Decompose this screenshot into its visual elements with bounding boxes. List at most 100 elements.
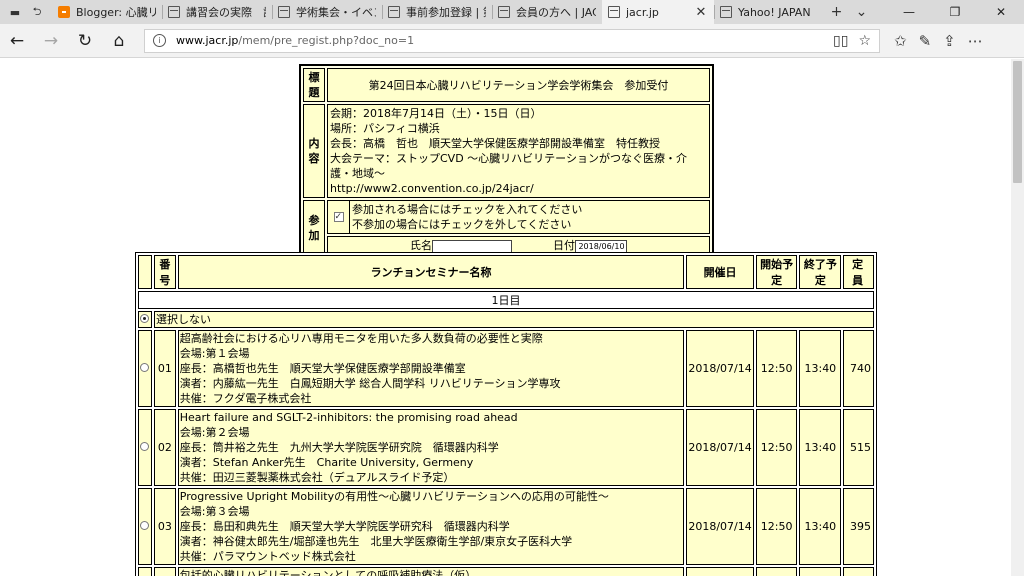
- seminar-capacity: 395: [843, 488, 874, 565]
- tab-bar: ▬ ⮌ Blogger: 心臓リハビ 講習会の実際 試験 学術集会・イベント | 事前…: [0, 0, 1024, 24]
- seminar-radio-cell: [138, 567, 152, 576]
- seminar-row: 02 Heart failure and SGLT-2-inhibitors: t…: [138, 409, 874, 486]
- refresh-icon[interactable]: ↻: [68, 26, 102, 56]
- seminar-detail-line: 共催：田辺三菱製薬株式会社（デュアルスライド予定）: [179, 471, 455, 484]
- header-start: 開始予定: [755, 255, 798, 289]
- seminar-radio[interactable]: [140, 521, 150, 530]
- browser-tab[interactable]: 学術集会・イベント |: [272, 0, 382, 24]
- seminar-detail-line: 会場:第３会場: [179, 505, 250, 518]
- home-icon[interactable]: ⌂: [102, 26, 136, 56]
- window-close-icon[interactable]: ✕: [978, 0, 1024, 24]
- content-line: [330, 166, 707, 181]
- seminar-date: 2018/07/14: [686, 330, 754, 407]
- vertical-scrollbar[interactable]: [1011, 59, 1024, 576]
- seminar-detail-line: 演者：神谷健太郎先生/堀部達也先生 北里大学医療衛生学部/東京女子医科大学: [179, 535, 573, 548]
- header-capacity: 定 員: [843, 255, 874, 289]
- header-name: ランチョンセミナー名称: [177, 255, 685, 289]
- tab-title: 講習会の実際 試験: [186, 6, 266, 19]
- no-select-label: 選択しない: [153, 311, 874, 328]
- join-instruction-1: 参加される場合にはチェックを入れてください: [352, 203, 583, 216]
- event-title: 第24回日本心臓リハビリテーション学会学術集会 参加受付: [327, 68, 710, 102]
- name-input[interactable]: [432, 239, 512, 253]
- seminar-header-row: 番号 ランチョンセミナー名称 開催日 開始予定 終了予定 定 員: [138, 255, 874, 289]
- page-viewport: 標題 第24回日本心臓リハビリテーション学会学術集会 参加受付 内容 会期：20…: [0, 59, 1011, 576]
- browser-tab[interactable]: Yahoo! JAPAN: [714, 0, 824, 24]
- seminar-radio-cell: [138, 488, 152, 565]
- seminar-start: 12:50: [755, 330, 798, 407]
- event-content: 会期：2018年7月14日（土）・15日（日） 場所：パシフィコ横浜会長：高橋 哲…: [327, 104, 710, 198]
- event-info-box: 標題 第24回日本心臓リハビリテーション学会学術集会 参加受付 内容 会期：20…: [299, 64, 714, 259]
- forward-icon[interactable]: →: [34, 26, 68, 56]
- set-aside-tabs-icon[interactable]: ⮌: [30, 5, 44, 19]
- seminar-detail-line: 演者：内藤紘一先生 白鳳短期大学 総合人間学科 リハビリテーション学専攻: [179, 377, 561, 390]
- reading-view-icon[interactable]: ▯▯: [833, 33, 848, 49]
- date-label: 日付: [553, 239, 575, 252]
- seminar-row: 01 超高齢社会における心リハ専用モニタを用いた多人数負荷の必要性と実際 会場:第１…: [138, 330, 874, 407]
- content-line: 大会テーマ：ストップCVD ～心臓リハビリテーションがつなぐ医療・介護・地域～: [330, 152, 687, 180]
- seminar-detail-line: 会場:第２会場: [179, 426, 250, 439]
- seminar-detail-line: 座長：筒井裕之先生 九州大学大学院医学研究院 循環器内科学: [179, 441, 499, 454]
- browser-tab[interactable]: 講習会の実際 試験: [162, 0, 272, 24]
- seminar-end: 13:40: [799, 330, 842, 407]
- seminar-radio[interactable]: [140, 363, 150, 372]
- seminar-date: 2018/07/14: [686, 409, 754, 486]
- content-line: 場所：パシフィコ横浜: [330, 122, 440, 135]
- no-select-radio[interactable]: [140, 314, 150, 323]
- seminar-number: 01: [153, 330, 176, 407]
- join-checkbox[interactable]: [333, 210, 344, 225]
- favorite-star-icon[interactable]: ☆: [858, 33, 871, 49]
- browser-tab[interactable]: jacr.jp ✕: [602, 0, 714, 24]
- tab-overview-icon[interactable]: ▬: [8, 5, 22, 19]
- seminar-detail-line: 共催：フクダ電子株式会社: [179, 392, 312, 405]
- content-line: 会期：2018年7月14日（土）・15日（日）: [330, 107, 542, 120]
- seminar-description: Heart failure and SGLT-2-inhibitors: the…: [177, 409, 685, 486]
- seminar-capacity: [843, 567, 874, 576]
- seminar-detail-line: 共催：パラマウントベッド株式会社: [179, 550, 356, 563]
- page-icon: [388, 6, 400, 18]
- tab-close-icon[interactable]: ✕: [694, 5, 708, 20]
- seminar-date: 2018/07/14: [686, 488, 754, 565]
- new-tab-icon[interactable]: +: [831, 4, 843, 20]
- more-menu-icon[interactable]: ⋯: [968, 32, 983, 50]
- web-note-icon[interactable]: ✎: [919, 32, 932, 50]
- tab-title: Blogger: 心臓リハビ: [76, 6, 156, 19]
- seminar-capacity: 740: [843, 330, 874, 407]
- share-icon[interactable]: ⇪: [943, 32, 956, 50]
- back-icon[interactable]: ←: [0, 26, 34, 56]
- blogger-icon: [58, 6, 70, 18]
- header-end: 終了予定: [799, 255, 842, 289]
- seminar-start: 12:50: [755, 488, 798, 565]
- seminar-title: 包括的心臓リハビリテーションとしての呼吸補助療法（仮）: [179, 569, 477, 576]
- minimize-icon[interactable]: —: [886, 0, 932, 24]
- header-num: 番号: [153, 255, 176, 289]
- window-controls: — ❐ ✕: [886, 0, 1024, 24]
- content-label: 内容: [303, 104, 325, 198]
- seminar-radio-cell: [138, 330, 152, 407]
- tab-preview-chevron-icon[interactable]: ⌄: [856, 4, 868, 20]
- tab-title: jacr.jp: [626, 5, 659, 19]
- favorites-hub-icon[interactable]: ✩: [894, 32, 907, 50]
- seminar-number: [153, 567, 176, 576]
- browser-tab[interactable]: 会員の方へ | JACRE: [492, 0, 602, 24]
- seminar-detail-line: 会場:第１会場: [179, 347, 250, 360]
- content-line: 会長：高橋 哲也 順天堂大学保健医療学部開設準備室 特任教授: [330, 137, 660, 150]
- navigation-bar: ← → ↻ ⌂ i www.jacr.jp/mem/pre_regist.php…: [0, 24, 1024, 58]
- seminar-radio[interactable]: [140, 442, 150, 451]
- scrollbar-thumb[interactable]: [1013, 61, 1022, 183]
- address-url[interactable]: www.jacr.jp/mem/pre_regist.php?doc_no=1: [176, 34, 414, 47]
- no-select-row: 選択しない: [138, 311, 874, 328]
- restore-icon[interactable]: ❐: [932, 0, 978, 24]
- site-info-icon[interactable]: i: [153, 34, 166, 47]
- date-input[interactable]: 2018/06/10: [575, 239, 627, 253]
- tab-title: Yahoo! JAPAN: [738, 5, 811, 19]
- seminar-title: Heart failure and SGLT-2-inhibitors: the…: [179, 411, 518, 424]
- address-bar[interactable]: i www.jacr.jp/mem/pre_regist.php?doc_no=…: [144, 28, 880, 53]
- browser-tab[interactable]: 事前参加登録 | 第2: [382, 0, 492, 24]
- seminar-row: 包括的心臓リハビリテーションとしての呼吸補助療法（仮）会場:第４会場: [138, 567, 874, 576]
- page-icon: [278, 6, 290, 18]
- tab-strip: Blogger: 心臓リハビ 講習会の実際 試験 学術集会・イベント | 事前参加登録…: [52, 0, 824, 24]
- seminar-title: 超高齢社会における心リハ専用モニタを用いた多人数負荷の必要性と実際: [179, 332, 543, 345]
- page-icon: [168, 6, 180, 18]
- tab-actions: + ⌄: [824, 0, 874, 24]
- browser-tab[interactable]: Blogger: 心臓リハビ: [52, 0, 162, 24]
